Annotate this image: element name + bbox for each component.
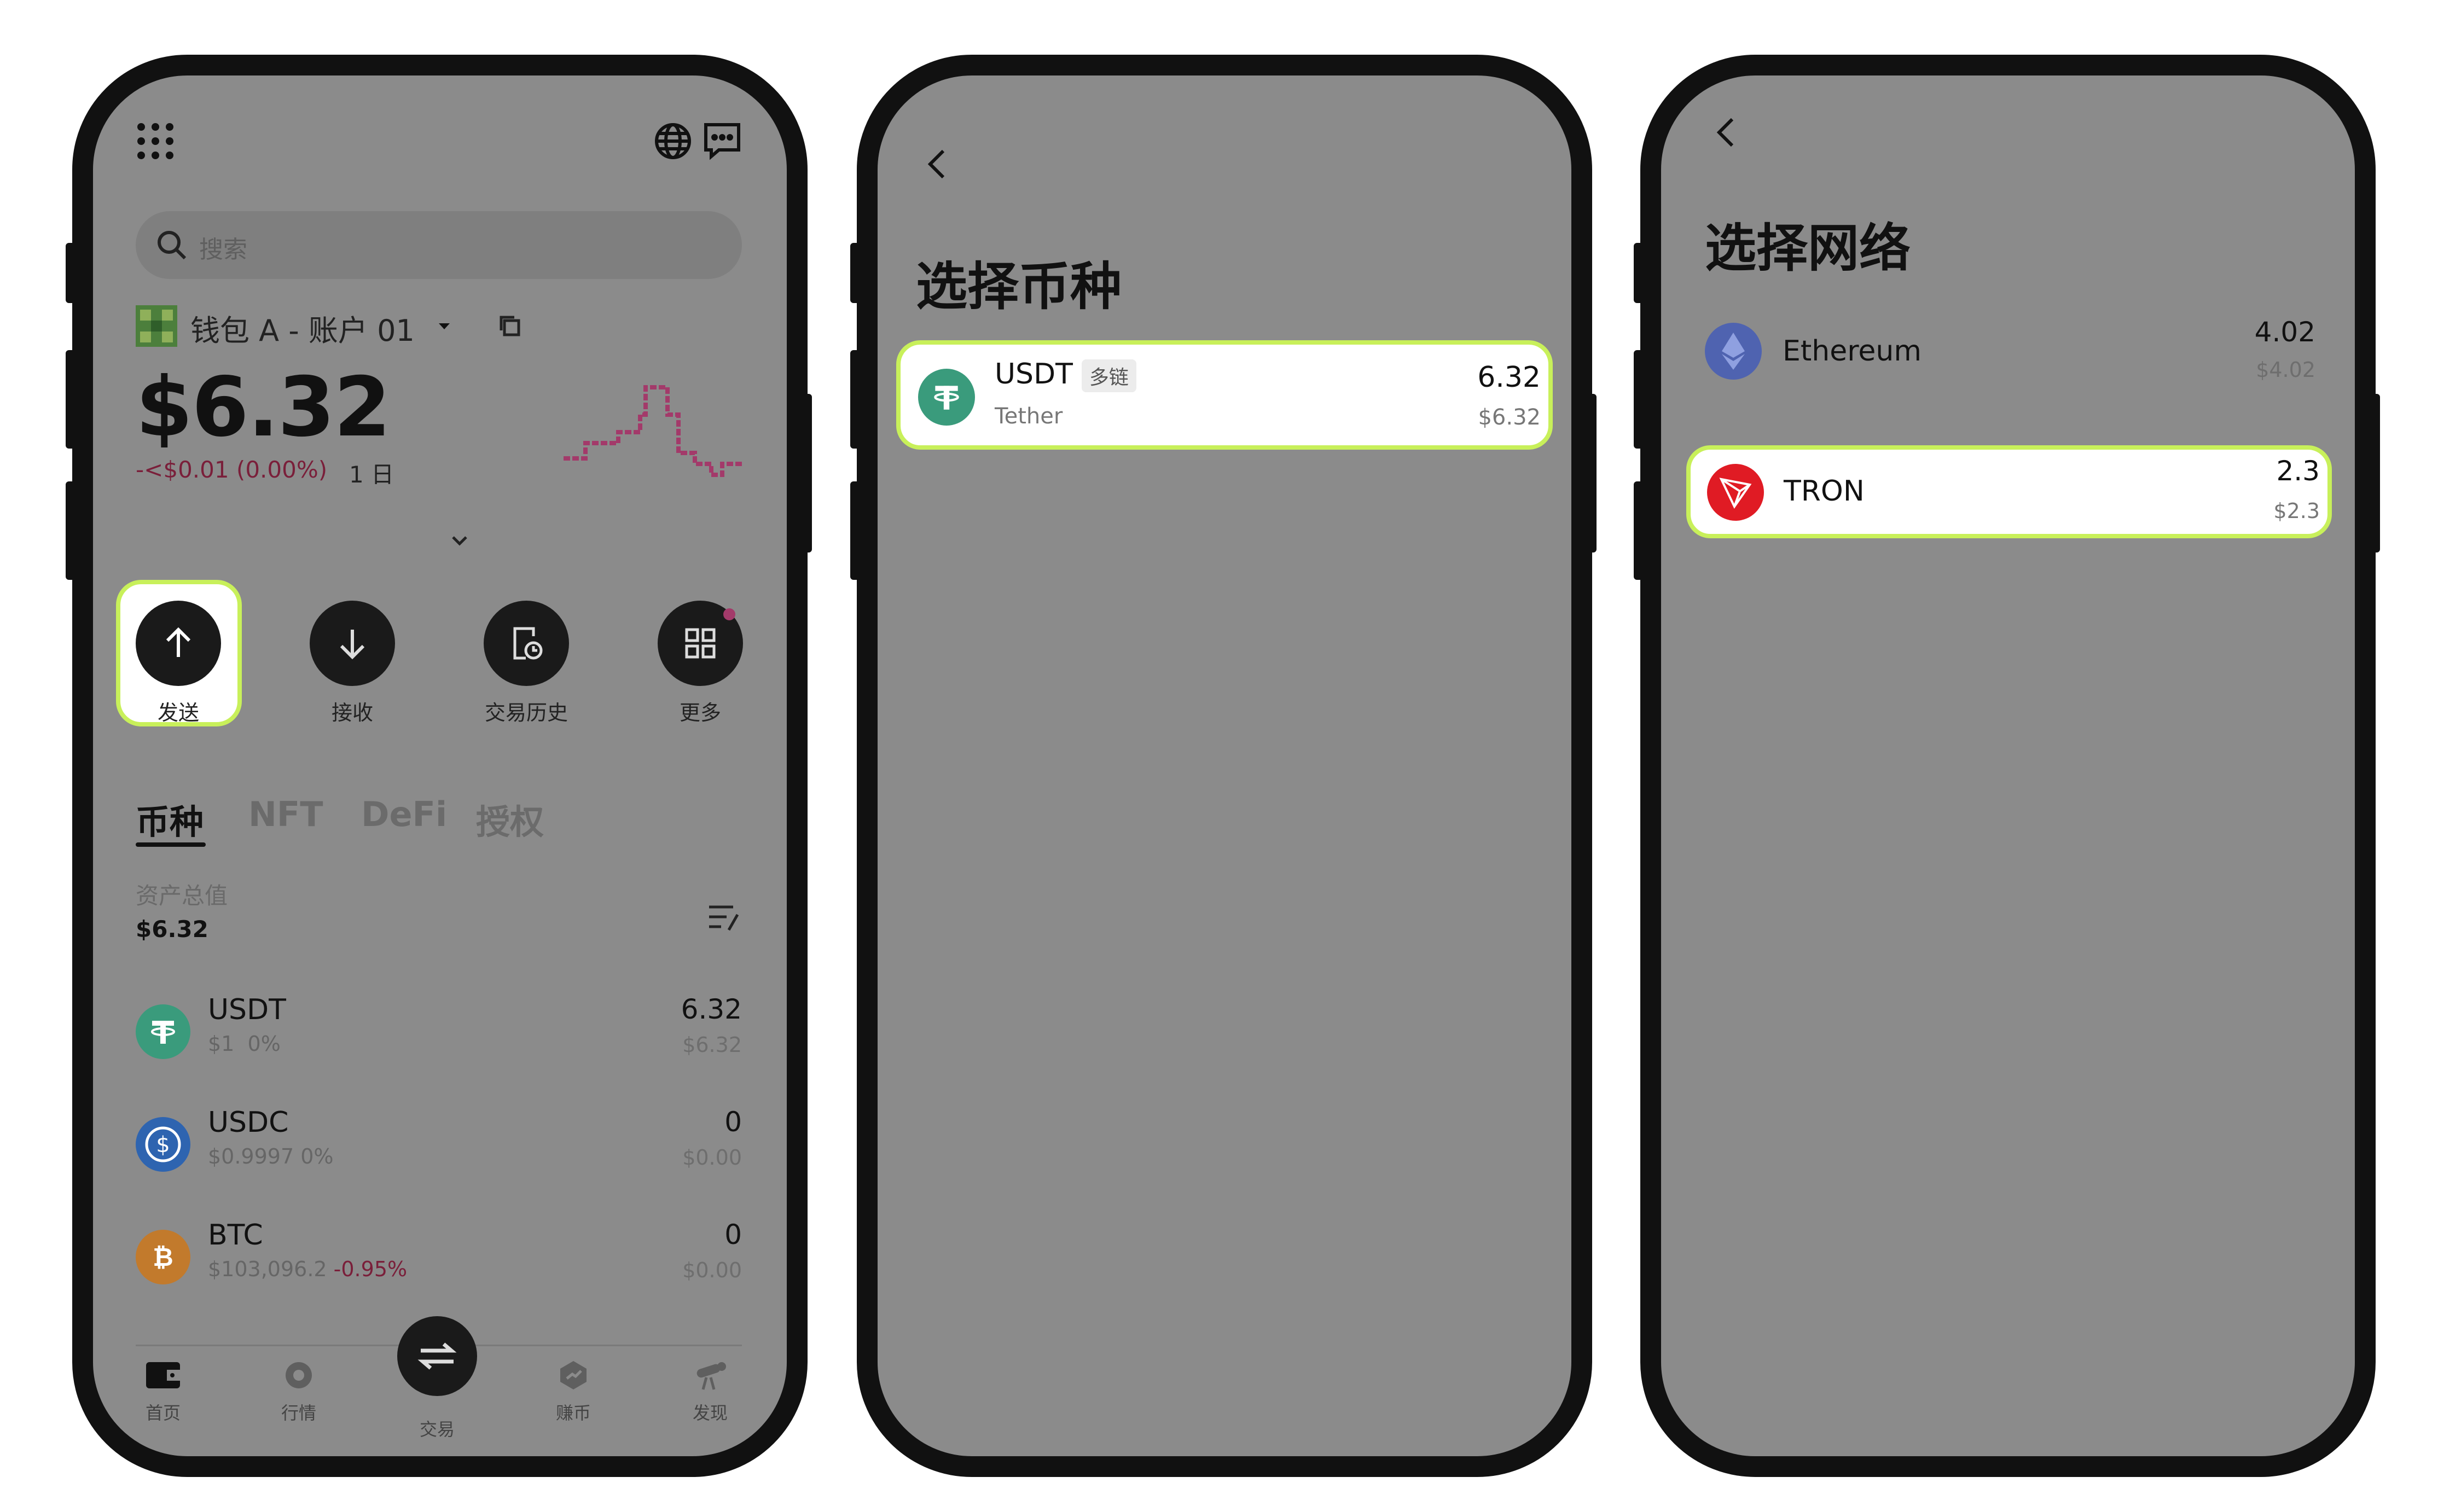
nav-earn[interactable]: 赚币	[535, 1359, 612, 1424]
history-icon	[513, 627, 543, 660]
nav-trade-label-wrap: 交易	[399, 1410, 475, 1441]
sort-icon[interactable]	[707, 903, 740, 932]
coin-amount: 0	[724, 1219, 742, 1251]
swap-icon	[417, 1342, 457, 1370]
token-amount: 6.32	[1477, 361, 1541, 394]
notification-dot	[723, 608, 735, 620]
more-button[interactable]: 更多	[658, 601, 743, 726]
multichain-tag: 多链	[1081, 359, 1136, 392]
chevron-down-icon[interactable]	[450, 534, 469, 547]
svg-text:$: $	[156, 1132, 170, 1158]
coin-name: USDT	[208, 993, 286, 1026]
history-label: 交易历史	[484, 701, 568, 725]
receive-button[interactable]: 接收	[310, 601, 395, 726]
network-amount: 4.02	[2254, 316, 2315, 348]
more-label: 更多	[679, 701, 721, 725]
copy-icon[interactable]	[498, 314, 522, 338]
nav-home[interactable]: 首页	[125, 1359, 201, 1424]
arrow-down-icon	[340, 630, 365, 660]
search-placeholder: 搜索	[199, 236, 247, 264]
token-name: USDT	[995, 358, 1073, 391]
nav-discover[interactable]: 发现	[672, 1359, 748, 1424]
usdc-icon: $	[136, 1117, 190, 1172]
trade-button[interactable]	[397, 1316, 477, 1396]
coin-amount: 0	[724, 1106, 742, 1138]
coin-usd: $0.00	[682, 1258, 742, 1282]
network-usd: $2.3	[2273, 499, 2320, 523]
coin-amount: 6.32	[681, 993, 742, 1025]
usdt-icon	[136, 1004, 190, 1059]
network-item-ethereum[interactable]: Ethereum 4.02 $4.02	[1705, 316, 2315, 404]
nav-earn-label: 赚币	[555, 1403, 591, 1423]
network-card-tron[interactable]: TRON 2.3 $2.3	[1686, 445, 2332, 538]
coin-price: $103,096.2 -0.95%	[208, 1257, 408, 1281]
token-name-row: USDT 多链	[995, 358, 1136, 392]
wallet-name[interactable]: 钱包 A - 账户 01	[190, 306, 415, 350]
nav-home-label: 首页	[145, 1403, 181, 1423]
nav-trade-label: 交易	[419, 1419, 455, 1440]
send-button[interactable]: 发送	[136, 601, 221, 726]
list-item[interactable]: USDT $1 0% 6.32 $6.32	[136, 992, 742, 1069]
market-icon	[286, 1362, 312, 1388]
total-assets-value: $6.32	[136, 916, 208, 943]
usdt-icon	[918, 369, 975, 426]
active-tab-indicator	[136, 842, 206, 847]
nav-market[interactable]: 行情	[260, 1359, 337, 1424]
caret-down-icon[interactable]	[437, 318, 452, 334]
network-usd: $4.02	[2256, 358, 2315, 382]
coin-name: BTC	[208, 1219, 263, 1252]
coin-usd: $0.00	[682, 1145, 742, 1170]
tab-nft[interactable]: NFT	[248, 794, 323, 834]
total-assets-label: 资产总值	[136, 882, 228, 909]
phone-select-token: 选择币种 USDT 多链 Tether 6.32 $6.32	[857, 55, 1592, 1477]
total-balance: $6.32	[136, 360, 391, 455]
apps-grid-icon[interactable]	[136, 121, 175, 161]
token-card-usdt[interactable]: USDT 多链 Tether 6.32 $6.32	[896, 340, 1553, 450]
tab-defi[interactable]: DeFi	[361, 794, 447, 834]
network-name: Ethereum	[1783, 335, 1922, 368]
page-title: 选择币种	[916, 257, 1122, 317]
arrow-up-icon	[166, 627, 191, 657]
phone-wallet-home: 搜索 钱包 A - 账户 01 $6.32 -<$0.01 (0.00%) 1 …	[72, 55, 808, 1477]
balance-change: -<$0.01 (0.00%)	[136, 456, 328, 483]
receive-label: 接收	[331, 701, 373, 725]
tron-icon	[1707, 464, 1764, 521]
search-bar[interactable]: 搜索	[136, 211, 742, 279]
coin-usd: $6.32	[682, 1033, 742, 1057]
coin-price: $0.9997 0%	[208, 1144, 334, 1168]
token-usd: $6.32	[1478, 405, 1541, 430]
search-icon	[158, 231, 187, 260]
wallet-icon	[146, 1362, 180, 1388]
network-name: TRON	[1784, 475, 1865, 508]
tab-approvals[interactable]: 授权	[476, 794, 544, 844]
svg-text:₿: ₿	[153, 1242, 173, 1272]
list-item[interactable]: $ USDC $0.9997 0% 0 $0.00	[136, 1105, 742, 1182]
globe-icon[interactable]	[653, 121, 693, 161]
back-icon[interactable]	[1710, 116, 1743, 149]
network-amount: 2.3	[2276, 455, 2320, 487]
history-button[interactable]: 交易历史	[484, 601, 569, 726]
period-selector[interactable]: 1 日	[349, 456, 394, 490]
token-fullname: Tether	[995, 404, 1063, 429]
discover-icon	[696, 1362, 726, 1390]
ethereum-icon	[1705, 323, 1762, 380]
page-title: 选择网络	[1705, 219, 1911, 278]
earn-icon	[560, 1361, 587, 1389]
wallet-avatar	[136, 305, 177, 347]
list-item[interactable]: ₿ BTC $103,096.2 -0.95% 0 $0.00	[136, 1218, 742, 1294]
grid-icon	[685, 628, 716, 659]
send-label: 发送	[157, 701, 199, 725]
btc-icon: ₿	[136, 1230, 190, 1284]
coin-name: USDC	[208, 1106, 289, 1139]
price-sparkline	[564, 385, 744, 477]
nav-market-label: 行情	[281, 1403, 316, 1423]
nav-discover-label: 发现	[692, 1403, 728, 1423]
phone-select-network: 选择网络 Ethereum 4.02 $4.02 TRON 2.3 $2.3	[1640, 55, 2376, 1477]
message-icon[interactable]	[703, 121, 742, 161]
back-icon[interactable]	[921, 148, 954, 181]
coin-price: $1 0%	[208, 1032, 281, 1056]
tab-tokens[interactable]: 币种	[136, 794, 204, 844]
